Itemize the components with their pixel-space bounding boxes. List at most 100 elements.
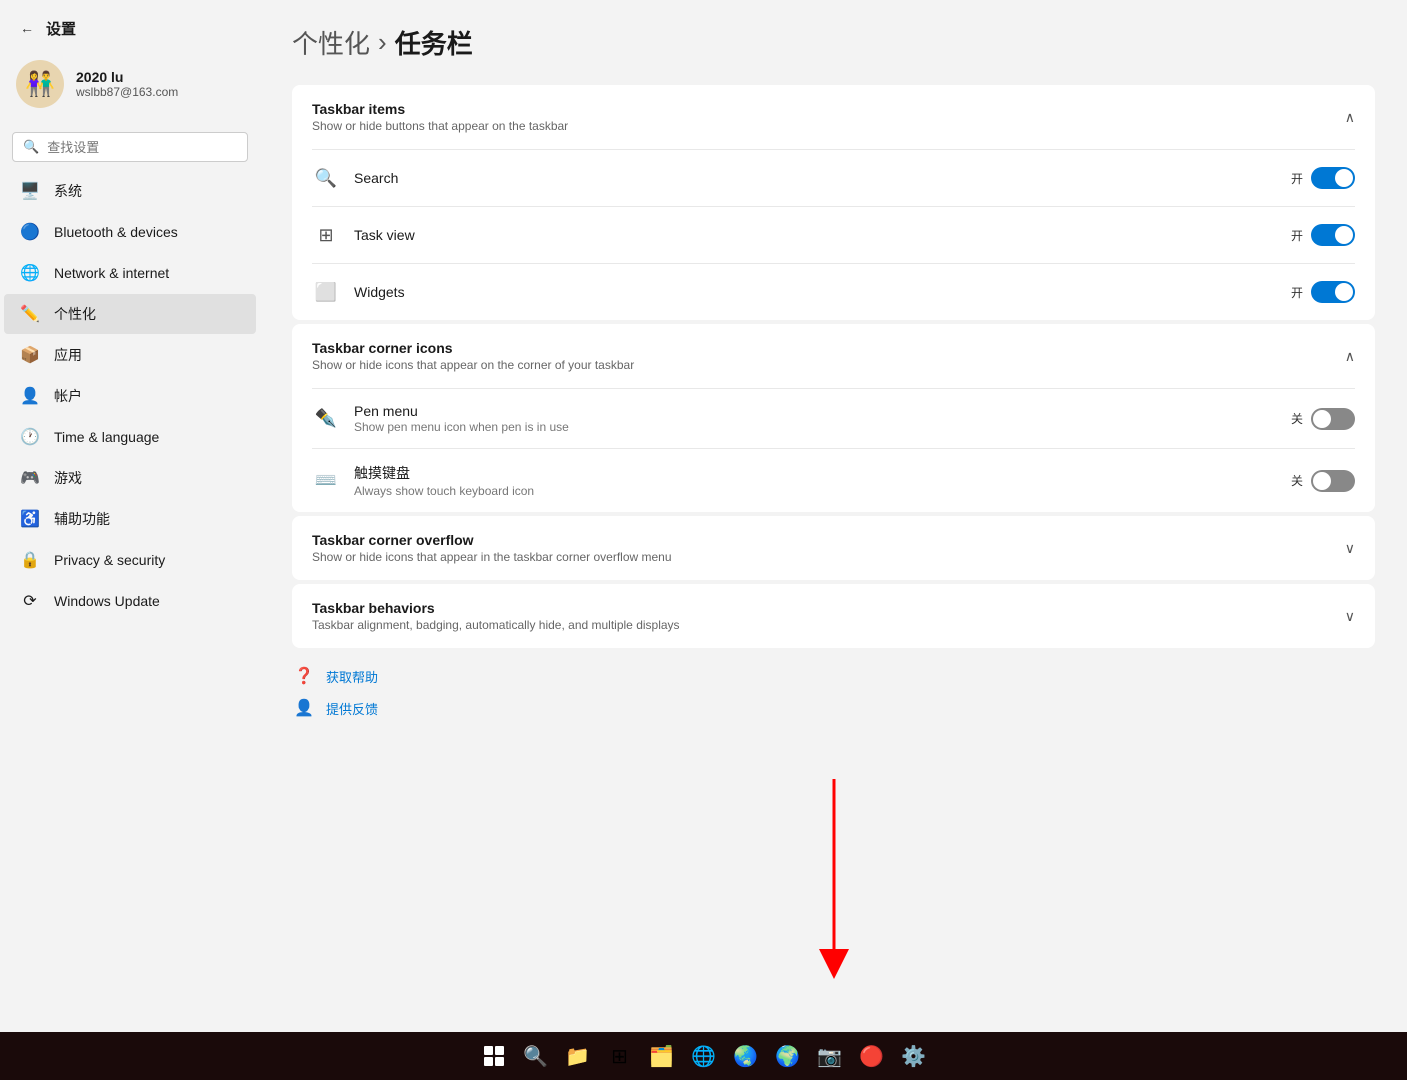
row-control-widgets: 开 xyxy=(1291,281,1355,303)
nav-label-accessibility: 辅助功能 xyxy=(54,509,110,529)
taskbar-icon-widgets_tb[interactable]: ⊞ xyxy=(600,1036,640,1076)
sidebar-item-gaming[interactable]: 🎮 游戏 xyxy=(4,458,256,498)
nav-label-apps: 应用 xyxy=(54,345,82,365)
row-title-widgets: Widgets xyxy=(354,284,1277,300)
row-icon-search: 🔍 xyxy=(312,164,340,192)
sidebar-item-accounts[interactable]: 👤 帐户 xyxy=(4,376,256,416)
taskbar-icon-chrome[interactable]: 🌏 xyxy=(726,1036,766,1076)
sidebar-item-apps[interactable]: 📦 应用 xyxy=(4,335,256,375)
user-section[interactable]: 👫 2020 lu wslbb87@163.com xyxy=(0,48,260,120)
search-box[interactable]: 🔍 xyxy=(12,132,248,162)
back-button[interactable]: ← xyxy=(16,16,38,40)
sidebar-item-windows_update[interactable]: ⟳ Windows Update xyxy=(4,581,256,621)
taskbar-icon-glyph-file_explorer: 📁 xyxy=(565,1044,590,1069)
card-title-taskbar_items: Taskbar items xyxy=(312,101,568,117)
taskbar-icon-settings_tb[interactable]: ⚙️ xyxy=(894,1036,934,1076)
help-label-feedback: 提供反馈 xyxy=(326,699,378,718)
nav-icon-privacy: 🔒 xyxy=(20,550,40,570)
row-subtitle-pen_menu: Show pen menu icon when pen is in use xyxy=(354,420,1277,434)
user-info: 2020 lu wslbb87@163.com xyxy=(76,69,178,99)
card-subtitle-taskbar_corner_icons: Show or hide icons that appear on the co… xyxy=(312,358,634,372)
sidebar-item-accessibility[interactable]: ♿ 辅助功能 xyxy=(4,499,256,539)
help-link-get_help[interactable]: ❓ 获取帮助 xyxy=(292,664,1375,688)
taskbar-icon-start[interactable] xyxy=(474,1036,514,1076)
taskbar-icon-glyph-chrome: 🌏 xyxy=(733,1044,758,1069)
card-taskbar_behaviors: Taskbar behaviors Taskbar alignment, bad… xyxy=(292,584,1375,648)
card-header-taskbar_corner_overflow[interactable]: Taskbar corner overflow Show or hide ico… xyxy=(292,516,1375,580)
nav-icon-system: 🖥️ xyxy=(20,181,40,201)
avatar-emoji: 👫 xyxy=(25,70,55,99)
card-header-taskbar_behaviors[interactable]: Taskbar behaviors Taskbar alignment, bad… xyxy=(292,584,1375,648)
nav-label-gaming: 游戏 xyxy=(54,468,82,488)
card-subtitle-taskbar_behaviors: Taskbar alignment, badging, automaticall… xyxy=(312,618,680,632)
card-header-taskbar_corner_icons[interactable]: Taskbar corner icons Show or hide icons … xyxy=(292,324,1375,388)
card-header-taskbar_items[interactable]: Taskbar items Show or hide buttons that … xyxy=(292,85,1375,149)
toggle-label-widgets: 开 xyxy=(1291,284,1303,301)
cards-container: Taskbar items Show or hide buttons that … xyxy=(292,85,1375,648)
nav-label-bluetooth: Bluetooth & devices xyxy=(54,224,178,240)
toggle-widgets[interactable] xyxy=(1311,281,1355,303)
taskbar-icon-glyph-widgets_tb: ⊞ xyxy=(611,1044,628,1069)
card-title-taskbar_corner_icons: Taskbar corner icons xyxy=(312,340,634,356)
search-input[interactable] xyxy=(47,140,237,155)
sidebar-item-personalization[interactable]: ✏️ 个性化 xyxy=(4,294,256,334)
row-control-taskview: 开 xyxy=(1291,224,1355,246)
win-quad-2 xyxy=(495,1046,504,1055)
toggle-pen_menu[interactable] xyxy=(1311,408,1355,430)
card-title-taskbar_corner_overflow: Taskbar corner overflow xyxy=(312,532,672,548)
taskbar-icon-browser2[interactable]: 🌍 xyxy=(768,1036,808,1076)
taskbar-icon-search_tb[interactable]: 🔍 xyxy=(516,1036,556,1076)
taskbar-icon-folder[interactable]: 🗂️ xyxy=(642,1036,682,1076)
toggle-slider-widgets xyxy=(1311,281,1355,303)
user-name: 2020 lu xyxy=(76,69,178,85)
toggle-label-pen_menu: 关 xyxy=(1291,410,1303,427)
help-icon-feedback: 👤 xyxy=(292,696,316,720)
help-icon-get_help: ❓ xyxy=(292,664,316,688)
nav-icon-accounts: 👤 xyxy=(20,386,40,406)
nav-label-windows_update: Windows Update xyxy=(54,593,160,609)
breadcrumb-parent: 个性化 xyxy=(292,24,370,61)
row-icon-widgets: ⬜ xyxy=(312,278,340,306)
card-subtitle-taskbar_corner_overflow: Show or hide icons that appear in the ta… xyxy=(312,550,672,564)
card-taskbar_corner_icons: Taskbar corner icons Show or hide icons … xyxy=(292,324,1375,512)
win-quad-1 xyxy=(484,1046,493,1055)
nav-icon-time: 🕐 xyxy=(20,427,40,447)
toggle-slider-touch_keyboard xyxy=(1311,470,1355,492)
back-icon: ← xyxy=(20,20,34,36)
toggle-taskview[interactable] xyxy=(1311,224,1355,246)
search-icon: 🔍 xyxy=(23,139,39,155)
row-subtitle-touch_keyboard: Always show touch keyboard icon xyxy=(354,484,1277,498)
taskbar-icon-app2[interactable]: 🔴 xyxy=(852,1036,892,1076)
toggle-search[interactable] xyxy=(1311,167,1355,189)
taskbar-icon-browser1[interactable]: 🌐 xyxy=(684,1036,724,1076)
chevron-icon-taskbar_corner_overflow: ∨ xyxy=(1345,540,1355,557)
taskbar-icon-glyph-settings_tb: ⚙️ xyxy=(901,1044,926,1069)
sidebar-item-system[interactable]: 🖥️ 系统 xyxy=(4,171,256,211)
sidebar-item-privacy[interactable]: 🔒 Privacy & security xyxy=(4,540,256,580)
nav-icon-apps: 📦 xyxy=(20,345,40,365)
card-header-info-taskbar_corner_icons: Taskbar corner icons Show or hide icons … xyxy=(312,340,634,372)
row-control-touch_keyboard: 关 xyxy=(1291,470,1355,492)
win-quad-3 xyxy=(484,1057,493,1066)
help-link-feedback[interactable]: 👤 提供反馈 xyxy=(292,696,1375,720)
row-title-search: Search xyxy=(354,170,1277,186)
toggle-touch_keyboard[interactable] xyxy=(1311,470,1355,492)
sidebar-item-time[interactable]: 🕐 Time & language xyxy=(4,417,256,457)
card-taskbar_items: Taskbar items Show or hide buttons that … xyxy=(292,85,1375,320)
taskbar-icon-glyph-app2: 🔴 xyxy=(859,1044,884,1069)
toggle-label-touch_keyboard: 关 xyxy=(1291,472,1303,489)
toggle-slider-pen_menu xyxy=(1311,408,1355,430)
sidebar-item-network[interactable]: 🌐 Network & internet xyxy=(4,253,256,293)
user-email: wslbb87@163.com xyxy=(76,85,178,99)
card-row-touch_keyboard: ⌨️ 触摸键盘 Always show touch keyboard icon … xyxy=(292,449,1375,512)
taskbar-icon-app1[interactable]: 📷 xyxy=(810,1036,850,1076)
toggle-label-search: 开 xyxy=(1291,170,1303,187)
taskbar-icon-glyph-search_tb: 🔍 xyxy=(523,1044,548,1069)
nav-icon-windows_update: ⟳ xyxy=(20,591,40,611)
row-content-search: Search xyxy=(354,170,1277,186)
taskbar-icon-file_explorer[interactable]: 📁 xyxy=(558,1036,598,1076)
row-title-taskview: Task view xyxy=(354,227,1277,243)
breadcrumb: 个性化 › 任务栏 xyxy=(292,24,1375,61)
sidebar-item-bluetooth[interactable]: 🔵 Bluetooth & devices xyxy=(4,212,256,252)
taskbar-icon-glyph-browser1: 🌐 xyxy=(691,1044,716,1069)
